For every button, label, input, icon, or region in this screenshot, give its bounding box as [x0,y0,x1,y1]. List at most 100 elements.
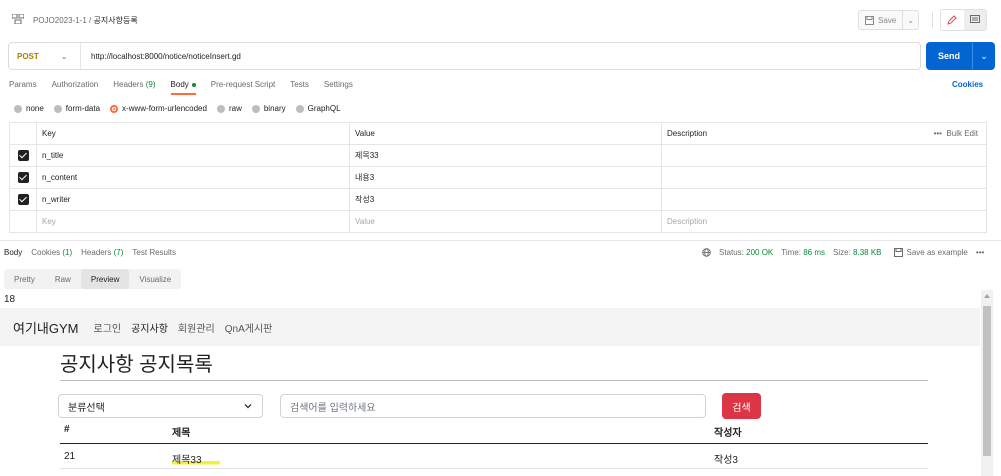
radio-graphql[interactable]: GraphQL [295,104,341,113]
preview-row-title-text: 제목33 [172,455,220,466]
globe-icon[interactable] [702,248,711,257]
row-value[interactable]: 내용3 [349,166,662,189]
time-text[interactable]: Time: 86 ms [781,248,825,257]
radio-icon [216,104,225,113]
save-button[interactable]: Save [859,11,902,29]
send-label: Send [937,51,960,61]
divider [932,12,933,28]
size-value: 8.38 KB [853,248,882,257]
more-options-icon[interactable]: ••• [976,248,984,257]
cookies-link[interactable]: Cookies [952,80,983,89]
preview-scrollbar[interactable] [981,290,993,476]
status-value: 200 OK [746,248,774,257]
tab-headers[interactable]: Headers (9) [113,80,155,95]
radio-form-data[interactable]: form-data [53,104,100,113]
resp-tab-cookies[interactable]: Cookies (1) [31,248,72,257]
size-text[interactable]: Size: 8.38 KB [833,248,882,257]
tab-tests[interactable]: Tests [290,80,309,95]
method-select[interactable]: POST ⌄ [9,43,81,69]
preview-nav-qna[interactable]: QnA게시판 [225,320,273,335]
radio-binary[interactable]: binary [251,104,286,113]
row-checkbox[interactable] [17,172,29,183]
edit-mode-button[interactable] [941,10,964,30]
url-input[interactable]: http://localhost:8000/notice/noticeInser… [81,52,241,61]
breadcrumb-request[interactable]: 공지사항등록 [94,16,138,25]
bulk-edit-area: ••• Bulk Edit [934,129,986,138]
resp-tab-test-results[interactable]: Test Results [132,248,176,257]
resp-tab-headers[interactable]: Headers (7) [81,248,123,257]
view-tab-raw[interactable]: Raw [45,269,81,289]
preview-brand[interactable]: 여기내GYM [13,318,79,337]
radio-x-www-form-urlencoded[interactable]: x-www-form-urlencoded [110,104,207,113]
breadcrumb-separator: / [89,16,92,25]
chevron-down-icon: ⌄ [60,51,68,61]
header-checkbox-cell [9,122,37,145]
save-as-example-button[interactable]: Save as example [893,248,968,257]
row-checkbox[interactable] [17,194,29,205]
scroll-up-icon[interactable] [984,294,990,298]
new-key-input[interactable]: Key [36,210,350,233]
mode-toggle [940,9,987,31]
bulk-edit-link[interactable]: Bulk Edit [946,129,978,138]
preview-navbar: 여기내GYM 로그인 공지사항 회원관리 QnA게시판 [0,308,980,346]
preview-search-input[interactable]: 검색어를 입력하세요 [280,394,706,418]
radio-label: raw [228,104,242,113]
radio-icon [53,104,62,113]
tab-authorization[interactable]: Authorization [52,80,99,95]
documentation-mode-button[interactable] [963,10,986,30]
status-text[interactable]: Status: 200 OK [719,248,773,257]
row-key[interactable]: n_writer [36,188,350,211]
table-row-empty: Key Value Description [9,210,987,233]
view-tab-pretty[interactable]: Pretty [4,269,45,289]
row-checkbox-cell [9,166,37,189]
new-description-input[interactable]: Description [661,210,987,233]
preview-nav-notice[interactable]: 공지사항 [131,320,168,335]
url-bar: POST ⌄ http://localhost:8000/notice/noti… [8,42,921,70]
collection-icon [12,14,24,24]
response-preview: 여기내GYM 로그인 공지사항 회원관리 QnA게시판 공지사항 공지목록 분류… [0,308,980,476]
scrollbar-thumb[interactable] [983,306,991,456]
save-icon [865,15,874,25]
row-value[interactable]: 작성3 [349,188,662,211]
time-value: 86 ms [803,248,826,257]
tab-body[interactable]: Body [170,80,197,95]
tab-params[interactable]: Params [9,80,37,95]
send-dropdown-icon[interactable]: ⌄ [972,42,995,70]
row-value[interactable]: 제목33 [349,144,662,167]
radio-icon [251,104,260,113]
view-tab-preview[interactable]: Preview [80,269,130,289]
preview-nav-login[interactable]: 로그인 [94,320,122,335]
response-view-tabs: Pretty Raw Preview Visualize [4,269,182,289]
more-options-icon[interactable]: ••• [934,129,942,138]
method-value: POST [17,51,39,61]
preview-search-button[interactable]: 검색 [722,393,761,419]
table-row: n_title 제목33 [9,144,987,167]
row-checkbox-cell [9,188,37,211]
breadcrumb-collection[interactable]: POJO2023-1-1 [33,16,87,25]
new-value-input[interactable]: Value [349,210,662,233]
row-description[interactable] [661,188,987,211]
preview-category-select[interactable]: 분류선택 [58,394,263,418]
tab-settings[interactable]: Settings [324,80,353,95]
body-params-table: Key Value Description ••• Bulk Edit n_ti… [9,122,987,233]
resp-tab-body[interactable]: Body [4,248,22,257]
send-button[interactable]: Send ⌄ [926,42,995,70]
header-description: Description ••• Bulk Edit [661,122,987,145]
preview-divider [60,380,928,381]
row-description[interactable] [661,144,987,167]
response-tabs: Body Cookies (1) Headers (7) Test Result… [4,248,176,257]
row-description[interactable] [661,166,987,189]
radio-none[interactable]: none [14,104,44,113]
tab-prerequest-script[interactable]: Pre-request Script [211,80,275,95]
response-divider[interactable] [0,240,1001,241]
preview-nav-members[interactable]: 회원관리 [178,320,215,335]
radio-raw[interactable]: raw [216,104,242,113]
row-checkbox[interactable] [17,150,29,161]
view-tab-visualize[interactable]: Visualize [129,269,181,289]
save-dropdown-button[interactable]: ⌄ [902,11,918,29]
preview-row-title[interactable]: 제목33 [172,451,220,466]
row-key[interactable]: n_title [36,144,350,167]
radio-label: binary [263,104,286,113]
row-key[interactable]: n_content [36,166,350,189]
pencil-icon [947,15,957,25]
